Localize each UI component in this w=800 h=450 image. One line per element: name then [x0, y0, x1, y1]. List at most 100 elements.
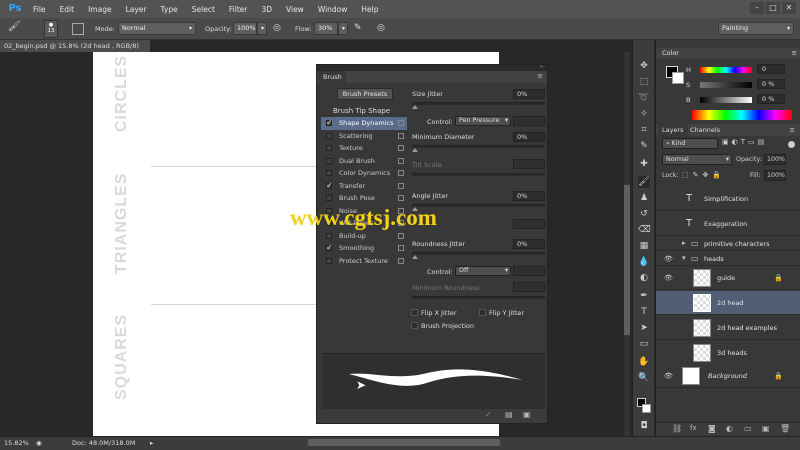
menu-layer[interactable]: Layer [119, 5, 154, 14]
layer-group-heads[interactable]: 👁 ▾ ▭ heads [656, 252, 800, 266]
flow-dropdown-icon[interactable]: ▾ [338, 22, 348, 35]
workspace-select[interactable]: Painting ▾ [718, 22, 794, 35]
lock-icon[interactable] [398, 157, 404, 164]
pen-tool-icon[interactable]: ✒ [638, 290, 650, 302]
layer-group-primitive-characters[interactable]: · ▸ ▭ primitive characters [656, 237, 800, 251]
adjustment-icon[interactable]: ◐ [726, 424, 733, 433]
eye-icon[interactable]: 👁 [664, 274, 673, 282]
quick-mask-icon[interactable]: ◘ [638, 420, 650, 432]
slider-handle-icon[interactable] [412, 148, 418, 152]
blend-mode-select[interactable]: Normal ▾ [662, 154, 732, 165]
layer-filter-icons[interactable]: ▣◐T▭▤ [722, 138, 767, 146]
crop-tool-icon[interactable]: ⌗ [638, 124, 650, 136]
toggle-preview-icon[interactable]: ✓ [485, 410, 492, 419]
horizontal-scroll-thumb[interactable] [308, 439, 500, 446]
control2-select[interactable]: Off ▾ [455, 266, 511, 276]
menu-image[interactable]: Image [81, 5, 119, 14]
brush-tool-icon[interactable]: 🖌 [8, 21, 26, 36]
checkbox[interactable] [326, 170, 332, 176]
eye-icon[interactable]: 👁 [664, 372, 673, 380]
roundness-jitter-slider[interactable] [412, 252, 545, 255]
visibility-toggle-off[interactable]: · [664, 240, 666, 248]
lock-icon[interactable] [398, 245, 404, 251]
airbrush-icon[interactable]: ✎ [354, 23, 362, 33]
layer-row-exaggeration[interactable]: · T Exaggeration [656, 212, 800, 236]
lock-options-icons[interactable]: ⬚✎✥🔒 [682, 171, 725, 179]
link-layers-icon[interactable]: ⛓ [672, 424, 682, 433]
list-item-build-up[interactable]: Build-up [321, 230, 407, 243]
flip-x-checkbox[interactable] [411, 309, 418, 316]
visibility-toggle-off[interactable]: · [664, 349, 666, 357]
expand-arrow-icon[interactable]: ▸ [682, 239, 686, 247]
layer-row-3d-heads[interactable]: · 3d heads [656, 341, 800, 365]
menu-type[interactable]: Type [154, 5, 185, 14]
visibility-toggle-off[interactable]: · [664, 324, 666, 332]
menu-edit[interactable]: Edit [53, 5, 82, 14]
saturation-slider[interactable] [700, 82, 752, 88]
min-diameter-value[interactable]: 0% [513, 132, 545, 142]
layer-row-background[interactable]: 👁 Background 🔒 [656, 364, 800, 388]
checkbox[interactable] [326, 232, 332, 239]
tab-layers[interactable]: Layers [658, 124, 688, 136]
collapse-icon[interactable]: » [540, 64, 543, 70]
checkbox[interactable] [326, 157, 332, 164]
size-jitter-value[interactable]: 0% [513, 89, 545, 99]
list-item-brush-pose[interactable]: Brush Pose [321, 192, 407, 205]
hue-value[interactable]: 0 [757, 64, 785, 74]
history-brush-icon[interactable]: ↺ [638, 208, 650, 220]
menu-view[interactable]: View [279, 5, 311, 14]
tab-channels[interactable]: Channels [686, 124, 724, 136]
gradient-tool-icon[interactable]: ▦ [638, 240, 650, 252]
visibility-toggle-off[interactable]: · [664, 299, 666, 307]
lock-icon[interactable] [398, 257, 404, 264]
status-arrow-icon[interactable]: ▸ [150, 437, 153, 450]
checkbox[interactable] [326, 180, 333, 192]
list-item-dual-brush[interactable]: Dual Brush [321, 155, 407, 168]
eraser-icon[interactable]: ⌫ [638, 224, 651, 236]
eyedropper-icon[interactable]: ✎ [638, 140, 650, 152]
background-color-swatch[interactable] [672, 72, 684, 84]
flow-input[interactable]: 30% [314, 22, 338, 35]
opacity-input[interactable]: 100% [233, 22, 257, 35]
min-diameter-slider[interactable] [412, 145, 545, 148]
trash-icon[interactable]: 🗑 [780, 424, 790, 433]
layer-opacity-input[interactable]: 100% [764, 154, 786, 165]
saturation-value[interactable]: 0 % [757, 79, 785, 89]
minimize-icon[interactable]: – [750, 2, 764, 14]
panel-menu-icon[interactable]: ≡ [792, 48, 797, 59]
healing-brush-icon[interactable]: ✚ [638, 158, 650, 170]
lock-icon[interactable] [398, 195, 404, 201]
lock-icon[interactable] [398, 182, 404, 189]
lock-icon[interactable] [398, 120, 404, 126]
checkbox[interactable] [326, 195, 332, 201]
hand-tool-icon[interactable]: ✋ [638, 356, 650, 368]
lock-icon[interactable] [398, 132, 404, 139]
marquee-tool-icon[interactable]: ⬚ [638, 76, 650, 88]
shape-tool-icon[interactable]: ▭ [638, 338, 650, 350]
fx-icon[interactable]: fx [690, 424, 697, 432]
visibility-toggle-off[interactable]: · [664, 195, 666, 203]
dodge-tool-icon[interactable]: ◐ [638, 272, 650, 284]
menu-filter[interactable]: Filter [222, 5, 255, 14]
background-color-swatch[interactable] [642, 404, 651, 413]
list-item-smoothing[interactable]: Smoothing [321, 242, 407, 255]
brush-presets-button[interactable]: Brush Presets [337, 88, 393, 100]
angle-jitter-value[interactable]: 0% [513, 191, 545, 201]
brush-projection-checkbox[interactable] [411, 322, 418, 329]
color-panel-title[interactable]: Color [662, 49, 679, 57]
pressure-opacity-icon[interactable]: ◎ [273, 23, 281, 33]
list-item-transfer[interactable]: Transfer [321, 180, 407, 192]
layer-fill-input[interactable]: 100% [764, 170, 786, 181]
collapse-arrow-icon[interactable]: ▾ [682, 254, 686, 262]
menu-window[interactable]: Window [311, 5, 355, 14]
brightness-slider[interactable] [700, 97, 752, 103]
brush-panel-toggle-icon[interactable] [72, 23, 84, 35]
control-select[interactable]: Pen Pressure ▾ [455, 116, 511, 126]
magic-wand-icon[interactable]: ✧ [638, 108, 650, 120]
menu-help[interactable]: Help [354, 5, 385, 14]
move-tool-icon[interactable]: ✥ [638, 60, 650, 72]
color-spectrum[interactable] [692, 110, 792, 120]
lock-icon[interactable] [398, 145, 404, 151]
lock-icon[interactable] [398, 232, 404, 239]
mask-icon[interactable]: ◙ [708, 424, 716, 433]
